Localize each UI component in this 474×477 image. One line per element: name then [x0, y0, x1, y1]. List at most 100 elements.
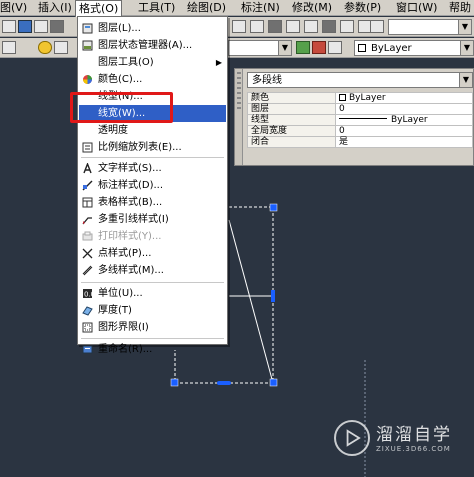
- menu-item-mleader-style[interactable]: 多重引线样式(I): [79, 211, 226, 228]
- object-type-select[interactable]: 多段线 ▼: [247, 72, 473, 88]
- menu-item-point-style[interactable]: 点样式(P)...: [79, 245, 226, 262]
- grip-corner: [170, 378, 179, 387]
- menu-item-label: 多线样式(M)...: [98, 265, 164, 276]
- property-value[interactable]: 是: [335, 136, 473, 148]
- layer-combo[interactable]: ▼: [228, 40, 292, 56]
- menu-item-units[interactable]: 0.0 单位(U)...: [79, 285, 226, 302]
- plot-icon[interactable]: [50, 20, 64, 33]
- point-style-icon: [82, 248, 93, 259]
- dim-style-icon: [82, 180, 93, 191]
- property-row[interactable]: 全局宽度 0: [247, 125, 473, 137]
- menu-item-dim-style[interactable]: 标注样式(D)...: [79, 177, 226, 194]
- menu-item-text-style[interactable]: 文字样式(S)...: [79, 160, 226, 177]
- menu-item-mline-style[interactable]: 多线样式(M)...: [79, 262, 226, 279]
- properties-icon[interactable]: [268, 20, 282, 33]
- chevron-down-icon[interactable]: ▼: [459, 73, 472, 87]
- property-value[interactable]: 0: [335, 103, 473, 115]
- chevron-down-icon[interactable]: ▼: [278, 41, 291, 55]
- color-combo[interactable]: ByLayer ▼: [354, 40, 474, 56]
- menu-item-label: 图层工具(O): [98, 57, 154, 68]
- menu-bar: 图(V) 插入(I) 格式(O) 工具(T) 绘图(D) 标注(N) 修改(M)…: [0, 0, 474, 17]
- menu-item-label: 多重引线样式(I): [98, 214, 169, 225]
- menu-parametric[interactable]: 参数(P): [344, 0, 381, 16]
- property-key: 线型: [247, 114, 336, 126]
- new-icon[interactable]: [2, 20, 16, 33]
- menu-separator: [81, 157, 224, 158]
- text-style-combo[interactable]: ▼: [388, 19, 472, 35]
- property-value[interactable]: 0: [335, 125, 473, 137]
- property-row[interactable]: 图层 0: [247, 103, 473, 115]
- menu-insert[interactable]: 插入(I): [38, 0, 72, 16]
- menu-draw[interactable]: 绘图(D): [187, 0, 226, 16]
- property-key: 图层: [247, 103, 336, 115]
- menu-item-color[interactable]: 颜色(C)...: [79, 71, 226, 88]
- submenu-arrow-icon: ▶: [215, 58, 222, 67]
- menu-item-label: 图层(L)...: [98, 23, 141, 34]
- chevron-down-icon[interactable]: ▼: [460, 41, 473, 55]
- layer-previous-icon[interactable]: [312, 41, 326, 54]
- save-icon[interactable]: [34, 20, 48, 33]
- make-current-icon[interactable]: [296, 41, 310, 54]
- text-style-icon: [83, 163, 92, 174]
- quick-properties-panel: 多段线 ▼ 颜色 ByLayer 图层 0 线型 ByLayer 全局宽度 0 …: [234, 68, 474, 166]
- mline-style-icon: [82, 265, 93, 276]
- menu-tools[interactable]: 工具(T): [138, 0, 175, 16]
- menu-help[interactable]: 帮助: [449, 0, 471, 16]
- menu-dimension[interactable]: 标注(N): [241, 0, 280, 16]
- property-value[interactable]: ByLayer: [335, 92, 473, 104]
- menu-item-scale-list[interactable]: 比例缩放列表(E)...: [79, 139, 226, 156]
- panel-grip[interactable]: [235, 69, 243, 165]
- color-swatch: [358, 44, 366, 52]
- color-value: ByLayer: [349, 93, 386, 103]
- menu-item-table-style[interactable]: 表格样式(B)...: [79, 194, 226, 211]
- property-key: 闭合: [247, 136, 336, 148]
- layer-manager-icon[interactable]: [2, 41, 16, 54]
- grip-midpoint: [271, 290, 275, 302]
- menu-item-layer-tools[interactable]: 图层工具(O) ▶: [79, 54, 226, 71]
- chevron-down-icon[interactable]: ▼: [458, 20, 471, 34]
- property-value[interactable]: ByLayer: [335, 114, 473, 126]
- markup-icon[interactable]: [340, 20, 354, 33]
- thickness-icon: [82, 306, 93, 316]
- menu-item-layer[interactable]: 图层(L)...: [79, 20, 226, 37]
- open-icon[interactable]: [18, 20, 32, 33]
- menu-item-transparency[interactable]: 透明度: [79, 122, 226, 139]
- sheet-set-icon[interactable]: [322, 20, 336, 33]
- property-row[interactable]: 颜色 ByLayer: [247, 92, 473, 104]
- zoom-icon[interactable]: [250, 20, 264, 33]
- property-row[interactable]: 线型 ByLayer: [247, 114, 473, 126]
- menu-item-label: 透明度: [98, 125, 128, 136]
- lightbulb-icon[interactable]: [38, 41, 52, 54]
- properties-table: 颜色 ByLayer 图层 0 线型 ByLayer 全局宽度 0 闭合 是: [247, 92, 473, 148]
- menu-format[interactable]: 格式(O): [75, 0, 123, 17]
- property-key: 颜色: [247, 92, 336, 104]
- layers-icon: [82, 23, 93, 34]
- color-wheel-icon: [83, 75, 92, 84]
- menu-item-layer-state[interactable]: 图层状态管理器(A)...: [79, 37, 226, 54]
- property-row[interactable]: 闭合 是: [247, 136, 473, 148]
- menu-item-rename[interactable]: 重命名(R)...: [79, 341, 226, 358]
- rename-icon: [82, 345, 93, 354]
- menu-item-label: 点样式(P)...: [98, 248, 152, 259]
- menu-item-drawing-limits[interactable]: 图形界限(I): [79, 319, 226, 336]
- text-style-toolbar-icon[interactable]: [370, 20, 384, 33]
- tool-palette-icon[interactable]: [304, 20, 318, 33]
- menu-window[interactable]: 窗口(W): [396, 0, 437, 16]
- freeze-icon[interactable]: [54, 41, 68, 54]
- watermark-subtitle: ZIXUE.3D66.COM: [376, 445, 451, 453]
- menu-item-label: 颜色(C)...: [98, 74, 143, 85]
- menu-view[interactable]: 图(V): [0, 0, 27, 16]
- menu-modify[interactable]: 修改(M): [292, 0, 332, 16]
- grip-corner: [269, 378, 278, 387]
- menu-item-thickness[interactable]: 厚度(T): [79, 302, 226, 319]
- mleader-style-icon: [82, 217, 92, 225]
- menu-item-label: 重命名(R)...: [98, 344, 153, 355]
- menu-item-label: 表格样式(B)...: [98, 197, 163, 208]
- menu-item-label: 图层状态管理器(A)...: [98, 40, 193, 51]
- limits-icon: [82, 322, 93, 333]
- layer-state-toolbar-icon[interactable]: [328, 41, 342, 54]
- annotation-highlight-box: [70, 92, 173, 123]
- pan-icon[interactable]: [232, 20, 246, 33]
- design-center-icon[interactable]: [286, 20, 300, 33]
- layers-toolbar: ▼ ByLayer ▼: [0, 38, 474, 58]
